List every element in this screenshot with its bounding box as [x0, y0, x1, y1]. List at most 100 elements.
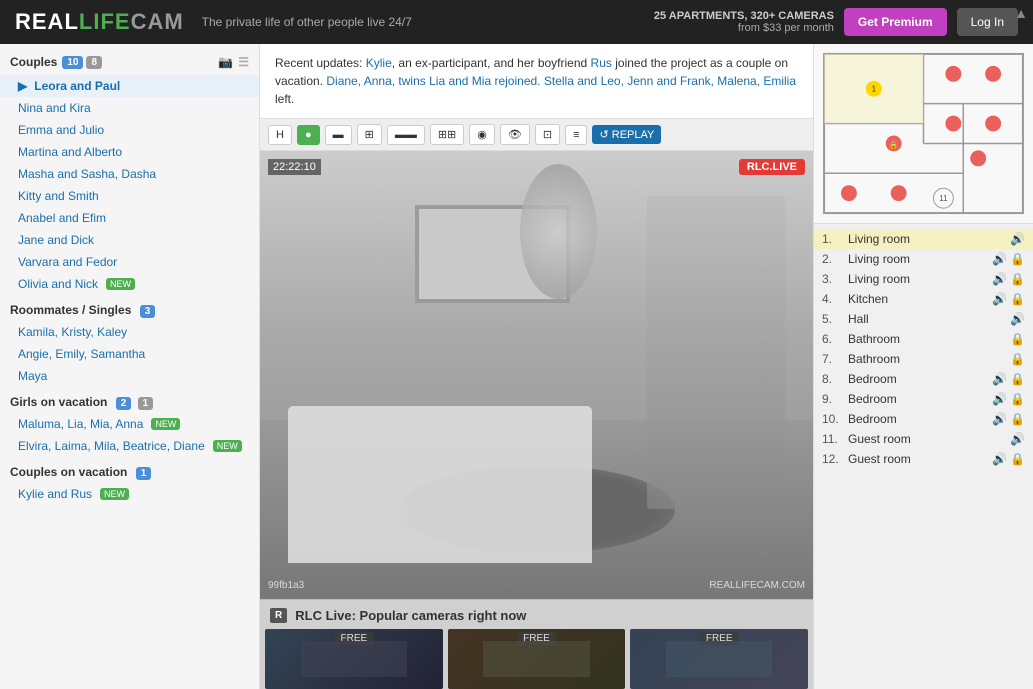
room-curtain: [647, 196, 785, 510]
sidebar-item-masha-sasha[interactable]: Masha and Sasha, Dasha: [0, 163, 259, 185]
news-kylie-link[interactable]: Kylie: [366, 56, 392, 70]
sidebar-item-jane-dick[interactable]: Jane and Dick: [0, 229, 259, 251]
sidebar-section-couples: Couples 10 8 📷 ☰: [0, 49, 259, 75]
sidebar-item-elvira[interactable]: Elvira, Laima, Mila, Beatrice, Diane NEW: [0, 435, 259, 457]
center-panel: Recent updates: Kylie, an ex-participant…: [260, 44, 813, 689]
sidebar-item-kitty-smith[interactable]: Kitty and Smith: [0, 185, 259, 207]
popular-cameras-title: RLC Live: Popular cameras right now: [295, 608, 526, 623]
get-premium-button[interactable]: Get Premium: [844, 8, 947, 36]
room-icons-11: 🔊: [1010, 432, 1025, 446]
news-diane-link[interactable]: Diane, Anna, twins Lia and Mia rejoined.: [326, 74, 540, 88]
sidebar-item-angie[interactable]: Angie, Emily, Samantha: [0, 343, 259, 365]
lock-icon-4: 🔒: [1010, 292, 1025, 306]
sound-icon-8: 🔊: [992, 372, 1007, 386]
sidebar-item-varvara-fedor[interactable]: Varvara and Fedor: [0, 251, 259, 273]
room-icons-12: 🔊 🔒: [992, 452, 1025, 466]
room-item-12[interactable]: 12. Guest room 🔊 🔒: [814, 449, 1033, 469]
lock-icon-9: 🔒: [1010, 392, 1025, 406]
room-icons-4: 🔊 🔒: [992, 292, 1025, 306]
thumbnail-3[interactable]: FREE: [630, 629, 808, 689]
new-badge: NEW: [100, 488, 129, 500]
news-rus-link[interactable]: Rus: [591, 56, 612, 70]
info-button[interactable]: ≡: [565, 125, 587, 145]
video-controls: H ● ▬ ⊞ ▬▬ ⊞⊞ ◉ 👁 ⊡ ≡ ↺ REPLAY: [260, 119, 813, 151]
bottom-header: R RLC Live: Popular cameras right now: [260, 608, 813, 629]
room-num-1: 1.: [822, 232, 844, 246]
sidebar-item-nina-kira[interactable]: Nina and Kira: [0, 97, 259, 119]
news-text2: , an ex-participant, and her boyfriend: [392, 56, 591, 70]
item-label: Varvara and Fedor: [18, 255, 117, 269]
room-item-4[interactable]: 4. Kitchen 🔊 🔒: [814, 289, 1033, 309]
news-banner: Recent updates: Kylie, an ex-participant…: [260, 44, 813, 119]
item-label: Masha and Sasha, Dasha: [18, 167, 156, 181]
news-text5: left.: [275, 92, 294, 106]
room-item-9[interactable]: 9. Bedroom 🔊 🔒: [814, 389, 1033, 409]
grid9-button[interactable]: ⊞⊞: [430, 124, 464, 145]
room-couch: [288, 406, 592, 563]
svg-text:🔒: 🔒: [889, 140, 899, 149]
item-label: Kylie and Rus: [18, 487, 92, 501]
sidebar-item-kylie-rus[interactable]: Kylie and Rus NEW: [0, 483, 259, 505]
replay-button[interactable]: ↺ REPLAY: [592, 125, 661, 144]
sidebar-item-olivia-nick[interactable]: Olivia and Nick NEW: [0, 273, 259, 295]
sidebar-item-maluma[interactable]: Maluma, Lia, Mia, Anna NEW: [0, 413, 259, 435]
wide-button[interactable]: ▬: [325, 125, 352, 145]
sidebar-item-martina-alberto[interactable]: Martina and Alberto: [0, 141, 259, 163]
lock-icon-3: 🔒: [1010, 272, 1025, 286]
roommates-label: Roommates / Singles: [10, 303, 131, 317]
eye-button[interactable]: 👁: [500, 124, 530, 145]
floorplan: 🔒 1 11: [814, 44, 1033, 224]
sidebar-section-girls-vacation: Girls on vacation 2 1: [0, 387, 259, 413]
room-item-2[interactable]: 2. Living room 🔊 🔒: [814, 249, 1033, 269]
room-item-7[interactable]: 7. Bathroom 🔒: [814, 349, 1033, 369]
item-label: Maya: [18, 369, 47, 383]
apt-price: from $33 per month: [654, 22, 834, 34]
room-item-6[interactable]: 6. Bathroom 🔒: [814, 329, 1033, 349]
room-item-5[interactable]: 5. Hall 🔊: [814, 309, 1033, 329]
room-icons-10: 🔊 🔒: [992, 412, 1025, 426]
circle-button[interactable]: ◉: [469, 124, 495, 145]
sidebar-item-kamila[interactable]: Kamila, Kristy, Kaley: [0, 321, 259, 343]
sidebar-item-anabel-efim[interactable]: Anabel and Efim: [0, 207, 259, 229]
lock-icon-2: 🔒: [1010, 252, 1025, 266]
grid4-button[interactable]: ⊞: [357, 124, 382, 145]
girls-badge1: 2: [116, 397, 132, 410]
sound-icon-5: 🔊: [1010, 312, 1025, 326]
grid-button[interactable]: ▬▬: [387, 125, 425, 145]
logo-cam: CAM: [131, 9, 184, 34]
room-name-1: Living room: [848, 232, 1010, 246]
room-icons-6: 🔒: [1010, 332, 1025, 346]
arrow-icon: ▶: [18, 79, 27, 93]
logo-life: LIFE: [79, 9, 131, 34]
thumbnail-2[interactable]: FREE: [448, 629, 626, 689]
sidebar-item-emma-julio[interactable]: Emma and Julio: [0, 119, 259, 141]
news-stella-link[interactable]: Stella and Leo, Jenn and Frank, Malena, …: [544, 74, 796, 88]
room-item-11[interactable]: 11. Guest room 🔊: [814, 429, 1033, 449]
room-item-3[interactable]: 3. Living room 🔊 🔒: [814, 269, 1033, 289]
sidebar-item-leora-paul[interactable]: ▶ Leora and Paul: [0, 75, 259, 97]
room-name-12: Guest room: [848, 452, 992, 466]
thumbnail-1[interactable]: FREE: [265, 629, 443, 689]
record-button[interactable]: ●: [297, 125, 320, 145]
room-name-6: Bathroom: [848, 332, 1010, 346]
apt-info: 25 APARTMENTS, 320+ CAMERAS from $33 per…: [654, 10, 834, 34]
couples-vacation-label: Couples on vacation: [10, 465, 127, 479]
sound-icon-4: 🔊: [992, 292, 1007, 306]
login-button[interactable]: Log In: [957, 8, 1018, 36]
sidebar-item-maya[interactable]: Maya: [0, 365, 259, 387]
sidebar: Couples 10 8 📷 ☰ ▶ Leora and Paul Nina a…: [0, 44, 260, 689]
room-icons-8: 🔊 🔒: [992, 372, 1025, 386]
hd-button[interactable]: H: [268, 125, 292, 145]
room-name-5: Hall: [848, 312, 1010, 326]
lock-icon-8: 🔒: [1010, 372, 1025, 386]
item-label: Kamila, Kristy, Kaley: [18, 325, 127, 339]
camera-icon: 📷: [218, 55, 233, 69]
room-name-3: Living room: [848, 272, 992, 286]
room-item-10[interactable]: 10. Bedroom 🔊 🔒: [814, 409, 1033, 429]
cam-button[interactable]: ⊡: [535, 124, 560, 145]
room-item-8[interactable]: 8. Bedroom 🔊 🔒: [814, 369, 1033, 389]
room-num-10: 10.: [822, 412, 844, 426]
room-num-6: 6.: [822, 332, 844, 346]
room-item-1[interactable]: 1. Living room 🔊: [814, 229, 1033, 249]
roommates-badge: 3: [140, 305, 156, 318]
